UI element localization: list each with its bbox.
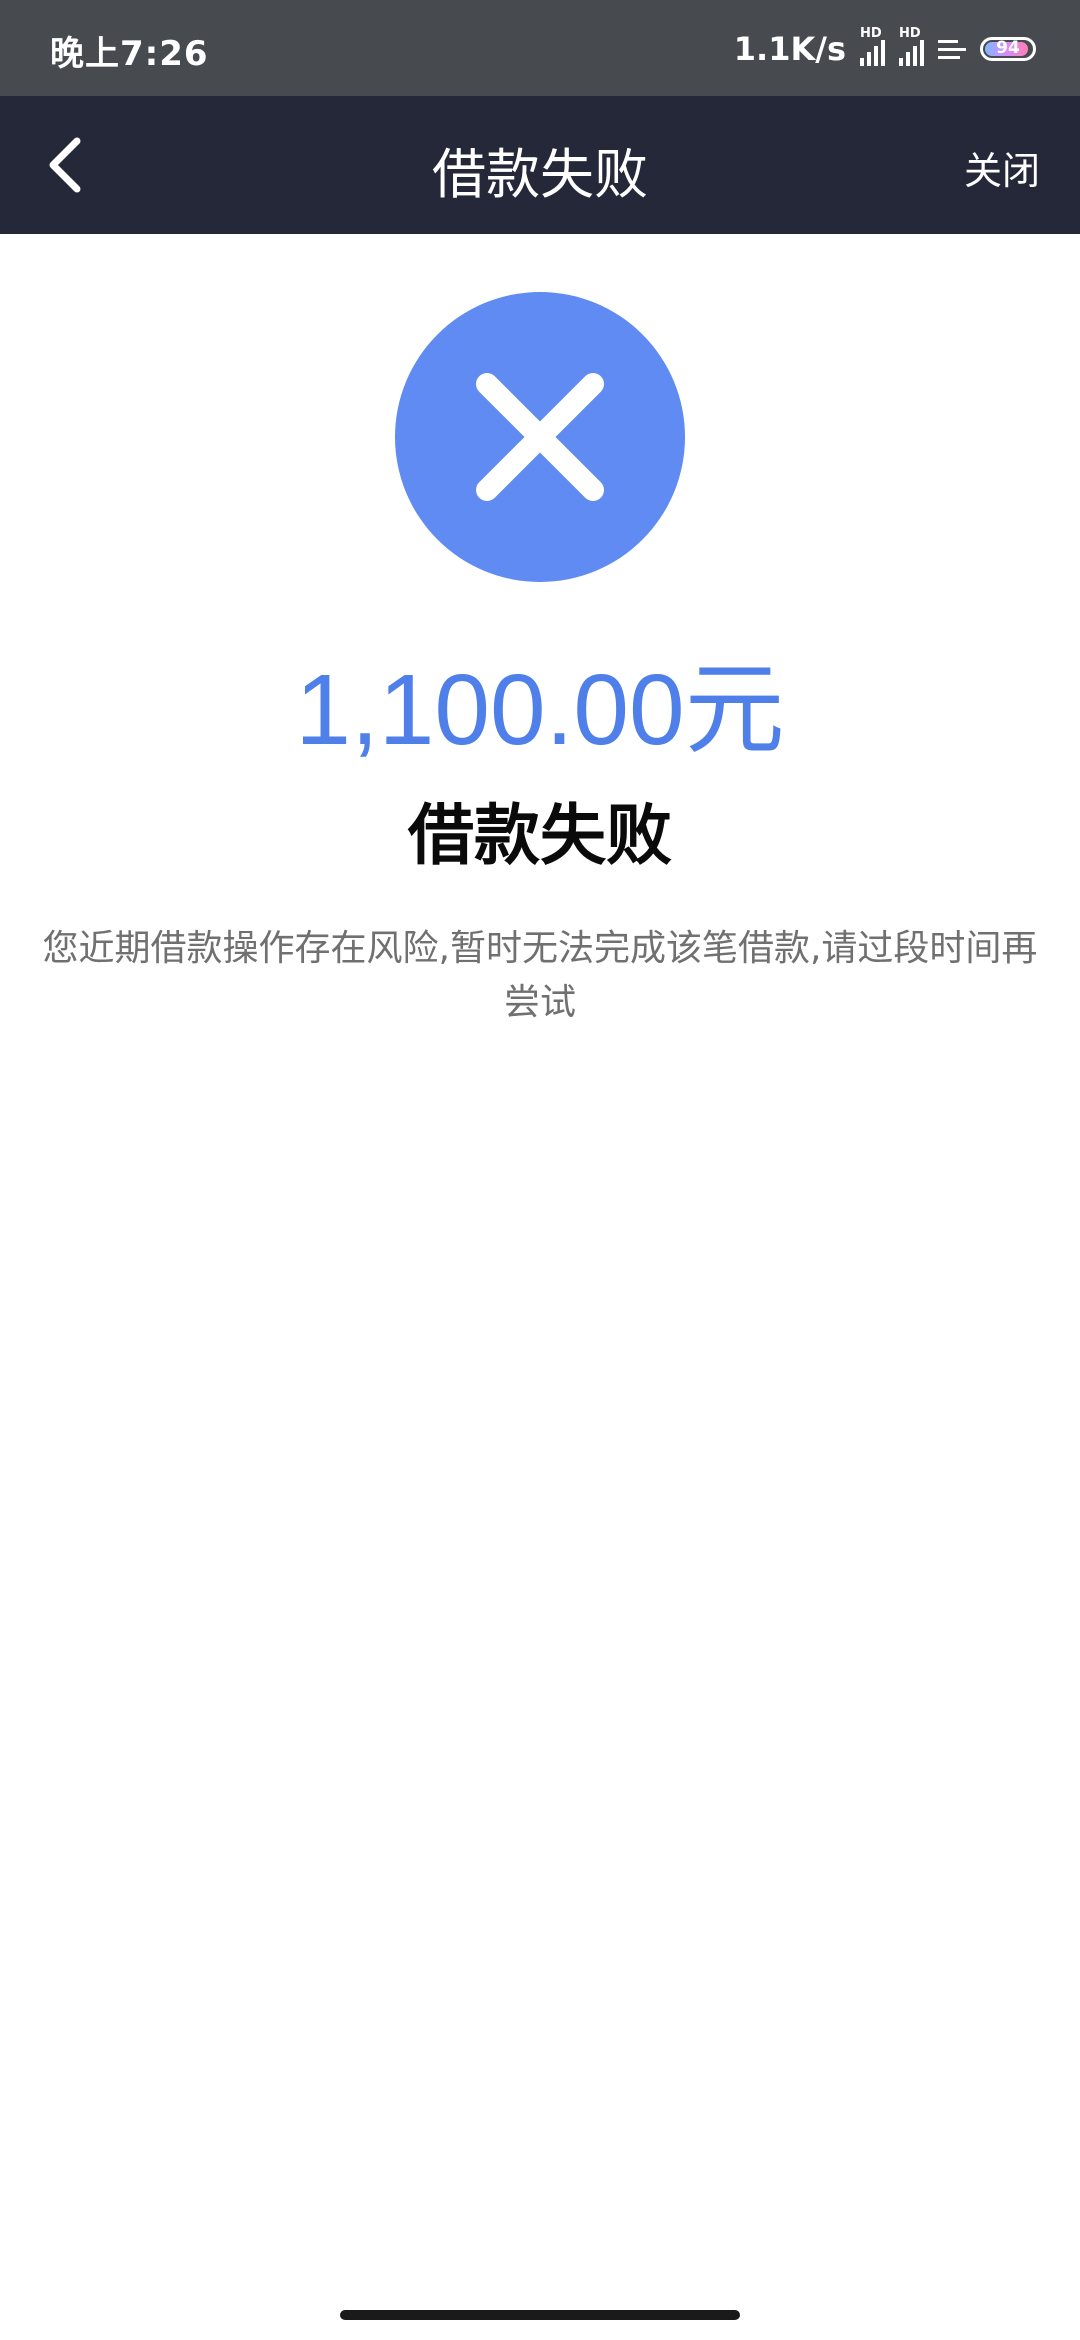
close-button[interactable]: 关闭 — [964, 140, 1040, 195]
network-speed: 1.1K/s — [733, 30, 846, 68]
hd-label-2: HD — [899, 26, 921, 41]
wifi-icon — [938, 39, 966, 59]
close-x-icon — [476, 373, 604, 501]
page-title: 借款失败 — [432, 143, 648, 206]
failure-status-icon — [395, 292, 685, 582]
status-time: 晚上7:26 — [50, 34, 209, 74]
loan-amount: 1,100.00元 — [295, 654, 785, 766]
signal-icon: HD — [860, 26, 885, 66]
home-indicator[interactable] — [340, 2310, 740, 2320]
result-title: 借款失败 — [408, 797, 672, 874]
status-icons: 1.1K/s HD HD 94 — [733, 26, 1036, 70]
battery-icon: 94 — [980, 37, 1036, 61]
signal-icon-2: HD — [899, 26, 924, 66]
result-description: 您近期借款操作存在风险,暂时无法完成该笔借款,请过段时间再尝试 — [42, 928, 1038, 1023]
navigation-bar: 借款失败 关闭 — [0, 96, 1080, 234]
battery-level: 94 — [996, 38, 1020, 58]
status-bar: 晚上7:26 1.1K/s HD HD 94 — [0, 0, 1080, 96]
hd-label: HD — [860, 26, 882, 41]
